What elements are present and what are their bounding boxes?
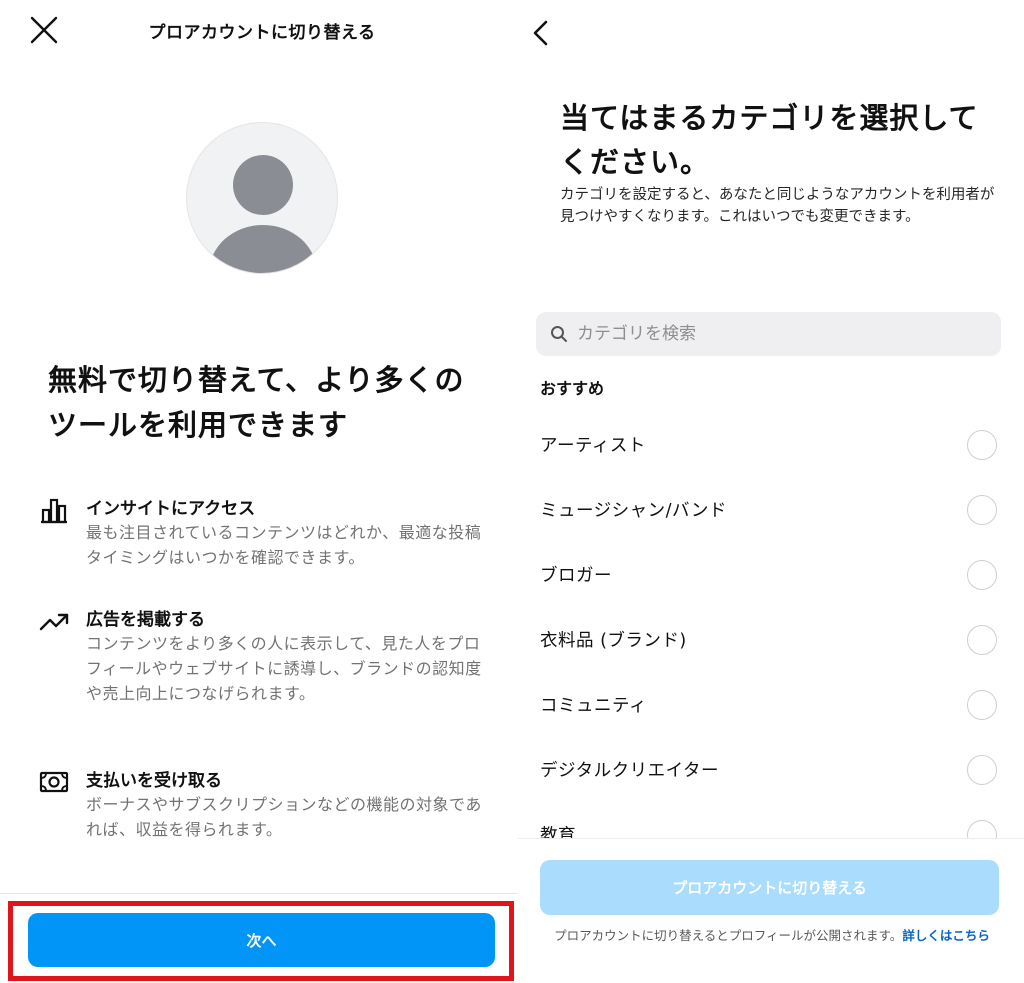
feature-description: ボーナスやサブスクリプションなどの機能の対象であれば、収益を得られます。 <box>86 795 482 839</box>
feature-title: 支払いを受け取る <box>86 771 222 791</box>
category-label: デジタルクリエイター <box>540 761 719 781</box>
avatar <box>186 122 338 274</box>
category-label: 教育 <box>540 826 576 838</box>
category-label: アーティスト <box>540 436 646 456</box>
feature-title: 広告を掲載する <box>86 610 205 630</box>
category-label: 衣料品 (ブランド) <box>540 631 687 651</box>
radio-button[interactable] <box>967 430 997 460</box>
radio-button[interactable] <box>967 690 997 720</box>
page-subtitle: カテゴリを設定すると、あなたと同じようなアカウントを利用者が見つけやすくなります… <box>560 187 995 225</box>
feature-description: 最も注目されているコンテンツはどれか、最適な投稿タイミングはいつかを確認できます… <box>86 523 482 567</box>
category-item-community[interactable]: コミュニティ <box>518 672 1024 737</box>
feature-description: コンテンツをより多くの人に表示して、見た人をプロフィールやウェブサイトに誘導し、… <box>86 634 482 703</box>
bar-chart-icon <box>38 494 70 526</box>
headline: 無料で切り替えて、より多くのツールを利用できます <box>48 363 465 442</box>
radio-button[interactable] <box>967 560 997 590</box>
section-label-recommended: おすすめ <box>540 379 605 398</box>
switch-to-pro-button[interactable]: プロアカウントに切り替える <box>540 860 999 915</box>
category-item-digital-creator[interactable]: デジタルクリエイター <box>518 737 1024 802</box>
footer-note: プロアカウントに切り替えるとプロフィールが公開されます。詳しくはこちら <box>532 926 1012 946</box>
trending-up-icon <box>38 605 70 637</box>
footer-note-text: プロアカウントに切り替えるとプロフィールが公開されます。 <box>554 928 903 943</box>
back-button[interactable] <box>526 16 556 50</box>
page-title: プロアカウントに切り替える <box>148 23 376 43</box>
category-label: コミュニティ <box>540 696 647 716</box>
close-button[interactable] <box>28 14 60 46</box>
divider <box>518 838 1024 839</box>
search-bar[interactable] <box>536 312 1001 356</box>
radio-button[interactable] <box>967 495 997 525</box>
search-icon <box>551 326 567 342</box>
default-user-icon <box>209 155 317 273</box>
divider <box>0 893 518 894</box>
learn-more-link[interactable]: 詳しくはこちら <box>902 928 990 943</box>
category-list: アーティスト ミュージシャン/バンド ブロガー 衣料品 (ブランド) コミュニテ… <box>518 412 1024 838</box>
category-item-musician-band[interactable]: ミュージシャン/バンド <box>518 477 1024 542</box>
category-item-education[interactable]: 教育 <box>518 802 1024 838</box>
category-item-clothing-brand[interactable]: 衣料品 (ブランド) <box>518 607 1024 672</box>
close-icon <box>30 16 58 44</box>
category-item-blogger[interactable]: ブロガー <box>518 542 1024 607</box>
radio-button[interactable] <box>967 755 997 785</box>
switch-to-pro-intro-screen: プロアカウントに切り替える 無料で切り替えて、より多くのツールを利用できます イ… <box>0 0 518 983</box>
search-input[interactable] <box>577 324 977 344</box>
next-button[interactable]: 次へ <box>28 913 495 967</box>
feature-title: インサイトにアクセス <box>86 499 256 519</box>
money-icon <box>38 766 70 798</box>
page-title: 当てはまるカテゴリを選択してください。 <box>560 101 979 179</box>
radio-button[interactable] <box>967 820 997 838</box>
category-selection-screen: 当てはまるカテゴリを選択してください。 カテゴリを設定すると、あなたと同じような… <box>518 0 1024 983</box>
chevron-left-icon <box>533 20 548 46</box>
radio-button[interactable] <box>967 625 997 655</box>
category-label: ミュージシャン/バンド <box>540 501 727 521</box>
category-label: ブロガー <box>540 566 612 586</box>
category-item-artist[interactable]: アーティスト <box>518 412 1024 477</box>
